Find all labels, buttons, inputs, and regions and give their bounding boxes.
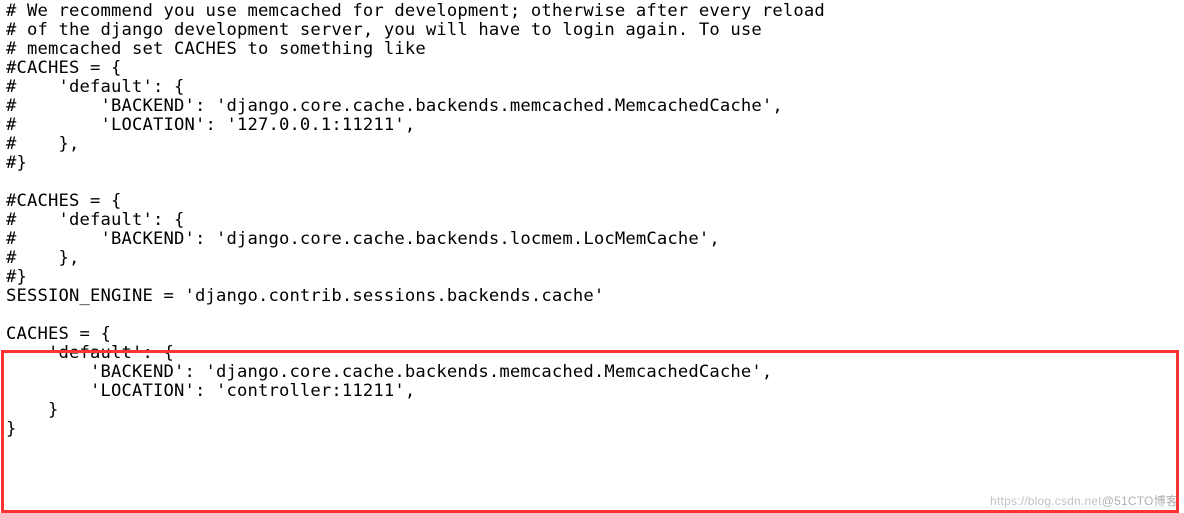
code-line: # 'BACKEND': 'django.core.cache.backends…	[6, 96, 783, 116]
watermark-right: @51CTO博客	[1102, 494, 1178, 508]
code-line: CACHES = {	[6, 324, 111, 344]
code-line: # },	[6, 134, 79, 154]
code-line: }	[6, 419, 17, 439]
code-line: # of the django development server, you …	[6, 20, 762, 40]
code-line: #CACHES = {	[6, 58, 121, 78]
code-line: # 'BACKEND': 'django.core.cache.backends…	[6, 229, 720, 249]
code-line: # memcached set CACHES to something like	[6, 39, 426, 59]
code-line: }	[6, 400, 59, 420]
code-line: #}	[6, 153, 27, 173]
code-line: # },	[6, 248, 79, 268]
code-line: 'default': {	[6, 343, 174, 363]
code-line: # We recommend you use memcached for dev…	[6, 1, 825, 21]
code-line: #CACHES = {	[6, 191, 121, 211]
code-line: # 'default': {	[6, 210, 184, 230]
config-code-block: # We recommend you use memcached for dev…	[0, 0, 1184, 445]
code-line: #}	[6, 267, 27, 287]
code-line: # 'LOCATION': '127.0.0.1:11211',	[6, 115, 415, 135]
watermark-left: https://blog.csdn.net	[990, 494, 1102, 508]
code-line: 'LOCATION': 'controller:11211',	[6, 381, 415, 401]
code-line: # 'default': {	[6, 77, 184, 97]
code-line: SESSION_ENGINE = 'django.contrib.session…	[6, 286, 604, 306]
watermark: https://blog.csdn.net@51CTO博客	[990, 492, 1178, 509]
code-line: 'BACKEND': 'django.core.cache.backends.m…	[6, 362, 772, 382]
